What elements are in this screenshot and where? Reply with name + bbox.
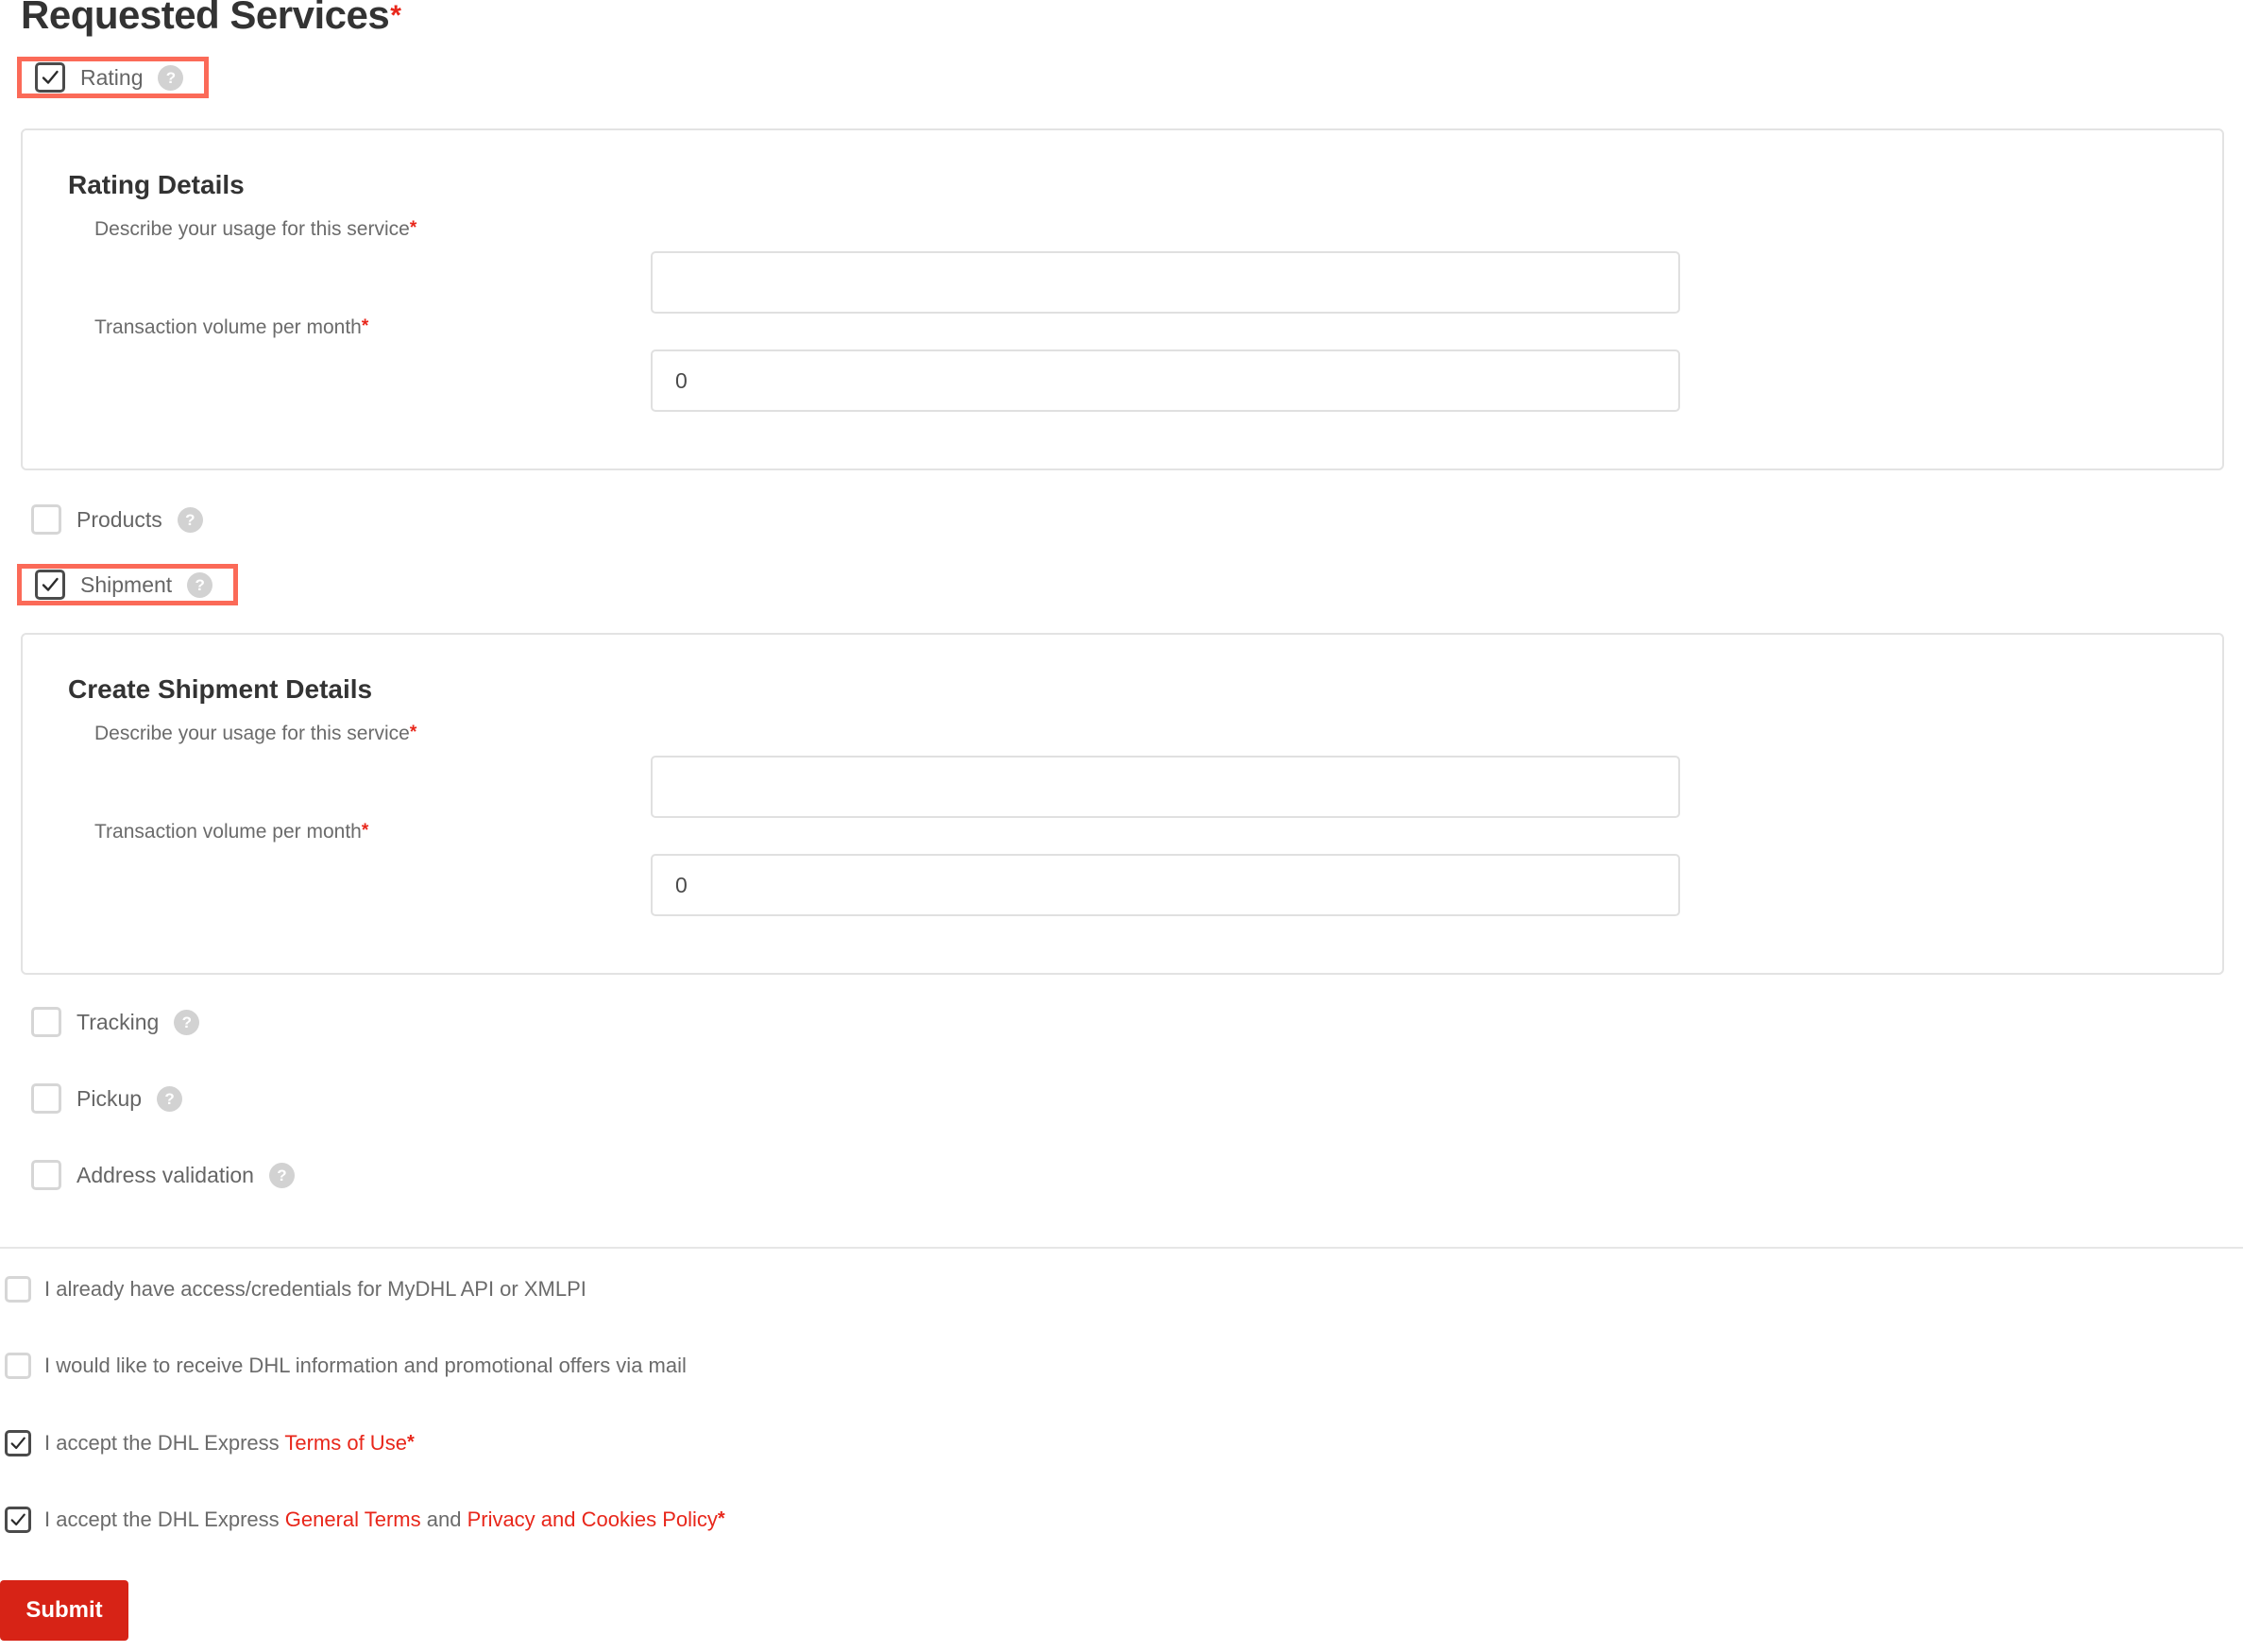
shipment-volume-label: Transaction volume per month* [94, 821, 369, 843]
check-icon [42, 70, 59, 84]
link-privacy-and-cookies-policy[interactable]: Privacy and Cookies Policy [467, 1507, 718, 1531]
general-terms-required-star: * [717, 1508, 725, 1529]
check-icon [10, 1513, 25, 1526]
service-label-address-validation: Address validation [76, 1162, 254, 1187]
service-checkbox-row-tracking[interactable]: Tracking ? [0, 1001, 200, 1043]
service-checkbox-row-address-validation[interactable]: Address validation ? [0, 1154, 295, 1196]
rating-details-heading: Rating Details [68, 170, 245, 199]
service-label-pickup: Pickup [76, 1085, 143, 1111]
rating-volume-label: Transaction volume per month* [94, 316, 369, 338]
link-terms-of-use[interactable]: Terms of Use [284, 1431, 407, 1455]
consent-label-general-terms: I accept the DHL Express General Terms a… [44, 1507, 725, 1532]
checkbox-promotional-offers[interactable] [5, 1353, 31, 1379]
checkbox-general-terms[interactable] [5, 1507, 31, 1533]
shipment-details-heading: Create Shipment Details [68, 674, 373, 704]
service-label-rating: Rating [80, 64, 144, 90]
consent-row-terms-of-use[interactable]: I accept the DHL Express Terms of Use* [5, 1427, 415, 1459]
general-terms-conjunction: and [420, 1507, 467, 1531]
checkbox-pickup[interactable] [31, 1083, 61, 1114]
help-icon-tracking[interactable]: ? [174, 1009, 200, 1035]
consent-row-general-terms[interactable]: I accept the DHL Express General Terms a… [5, 1504, 725, 1536]
terms-of-use-prefix: I accept the DHL Express [44, 1431, 285, 1455]
checkbox-rating[interactable] [35, 62, 65, 93]
rating-usage-label: Describe your usage for this service* [94, 218, 417, 240]
checkbox-shipment[interactable] [35, 570, 65, 600]
consent-label-existing-credentials: I already have access/credentials for My… [44, 1277, 586, 1301]
help-icon-address-validation[interactable]: ? [268, 1162, 295, 1188]
consent-label-terms-of-use: I accept the DHL Express Terms of Use* [44, 1431, 415, 1456]
service-label-shipment: Shipment [80, 571, 173, 597]
required-star: * [390, 0, 401, 31]
rating-usage-input[interactable] [651, 251, 1680, 314]
rating-volume-input[interactable] [651, 349, 1680, 412]
checkbox-existing-credentials[interactable] [5, 1276, 31, 1303]
service-checkbox-row-pickup[interactable]: Pickup ? [0, 1078, 183, 1119]
checkbox-address-validation[interactable] [31, 1160, 61, 1190]
consent-row-promotional-offers[interactable]: I would like to receive DHL information … [5, 1350, 687, 1382]
consent-label-promotional-offers: I would like to receive DHL information … [44, 1354, 687, 1377]
service-checkbox-row-rating[interactable]: Rating ? [17, 57, 210, 98]
link-general-terms[interactable]: General Terms [285, 1507, 421, 1531]
check-icon [42, 577, 59, 591]
service-label-tracking: Tracking [76, 1009, 160, 1034]
checkbox-tracking[interactable] [31, 1007, 61, 1037]
help-icon-shipment[interactable]: ? [187, 571, 213, 598]
shipment-usage-input[interactable] [651, 756, 1680, 818]
shipment-usage-label: Describe your usage for this service* [94, 723, 417, 744]
rating-details-panel: Rating Details Describe your usage for t… [21, 128, 2224, 470]
help-icon-products[interactable]: ? [177, 506, 203, 533]
requested-services-form: Requested Services* Rating ? Rating Deta… [0, 0, 2243, 1652]
help-icon-rating[interactable]: ? [158, 64, 184, 91]
check-icon [10, 1437, 25, 1450]
shipment-volume-input[interactable] [651, 854, 1680, 916]
checkbox-products[interactable] [31, 504, 61, 535]
checkbox-terms-of-use[interactable] [5, 1430, 31, 1456]
general-terms-prefix: I accept the DHL Express [44, 1507, 285, 1531]
page-title: Requested Services* [21, 0, 401, 38]
service-checkbox-row-shipment[interactable]: Shipment ? [17, 564, 239, 605]
page-title-text: Requested Services [21, 0, 390, 37]
help-icon-pickup[interactable]: ? [157, 1085, 183, 1112]
section-divider [0, 1247, 2243, 1249]
consent-row-existing-credentials[interactable]: I already have access/credentials for My… [5, 1273, 586, 1305]
service-label-products: Products [76, 506, 162, 532]
terms-of-use-required-star: * [406, 1432, 415, 1453]
submit-button[interactable]: Submit [0, 1580, 128, 1641]
create-shipment-details-panel: Create Shipment Details Describe your us… [21, 633, 2224, 975]
service-checkbox-row-products[interactable]: Products ? [0, 499, 203, 540]
